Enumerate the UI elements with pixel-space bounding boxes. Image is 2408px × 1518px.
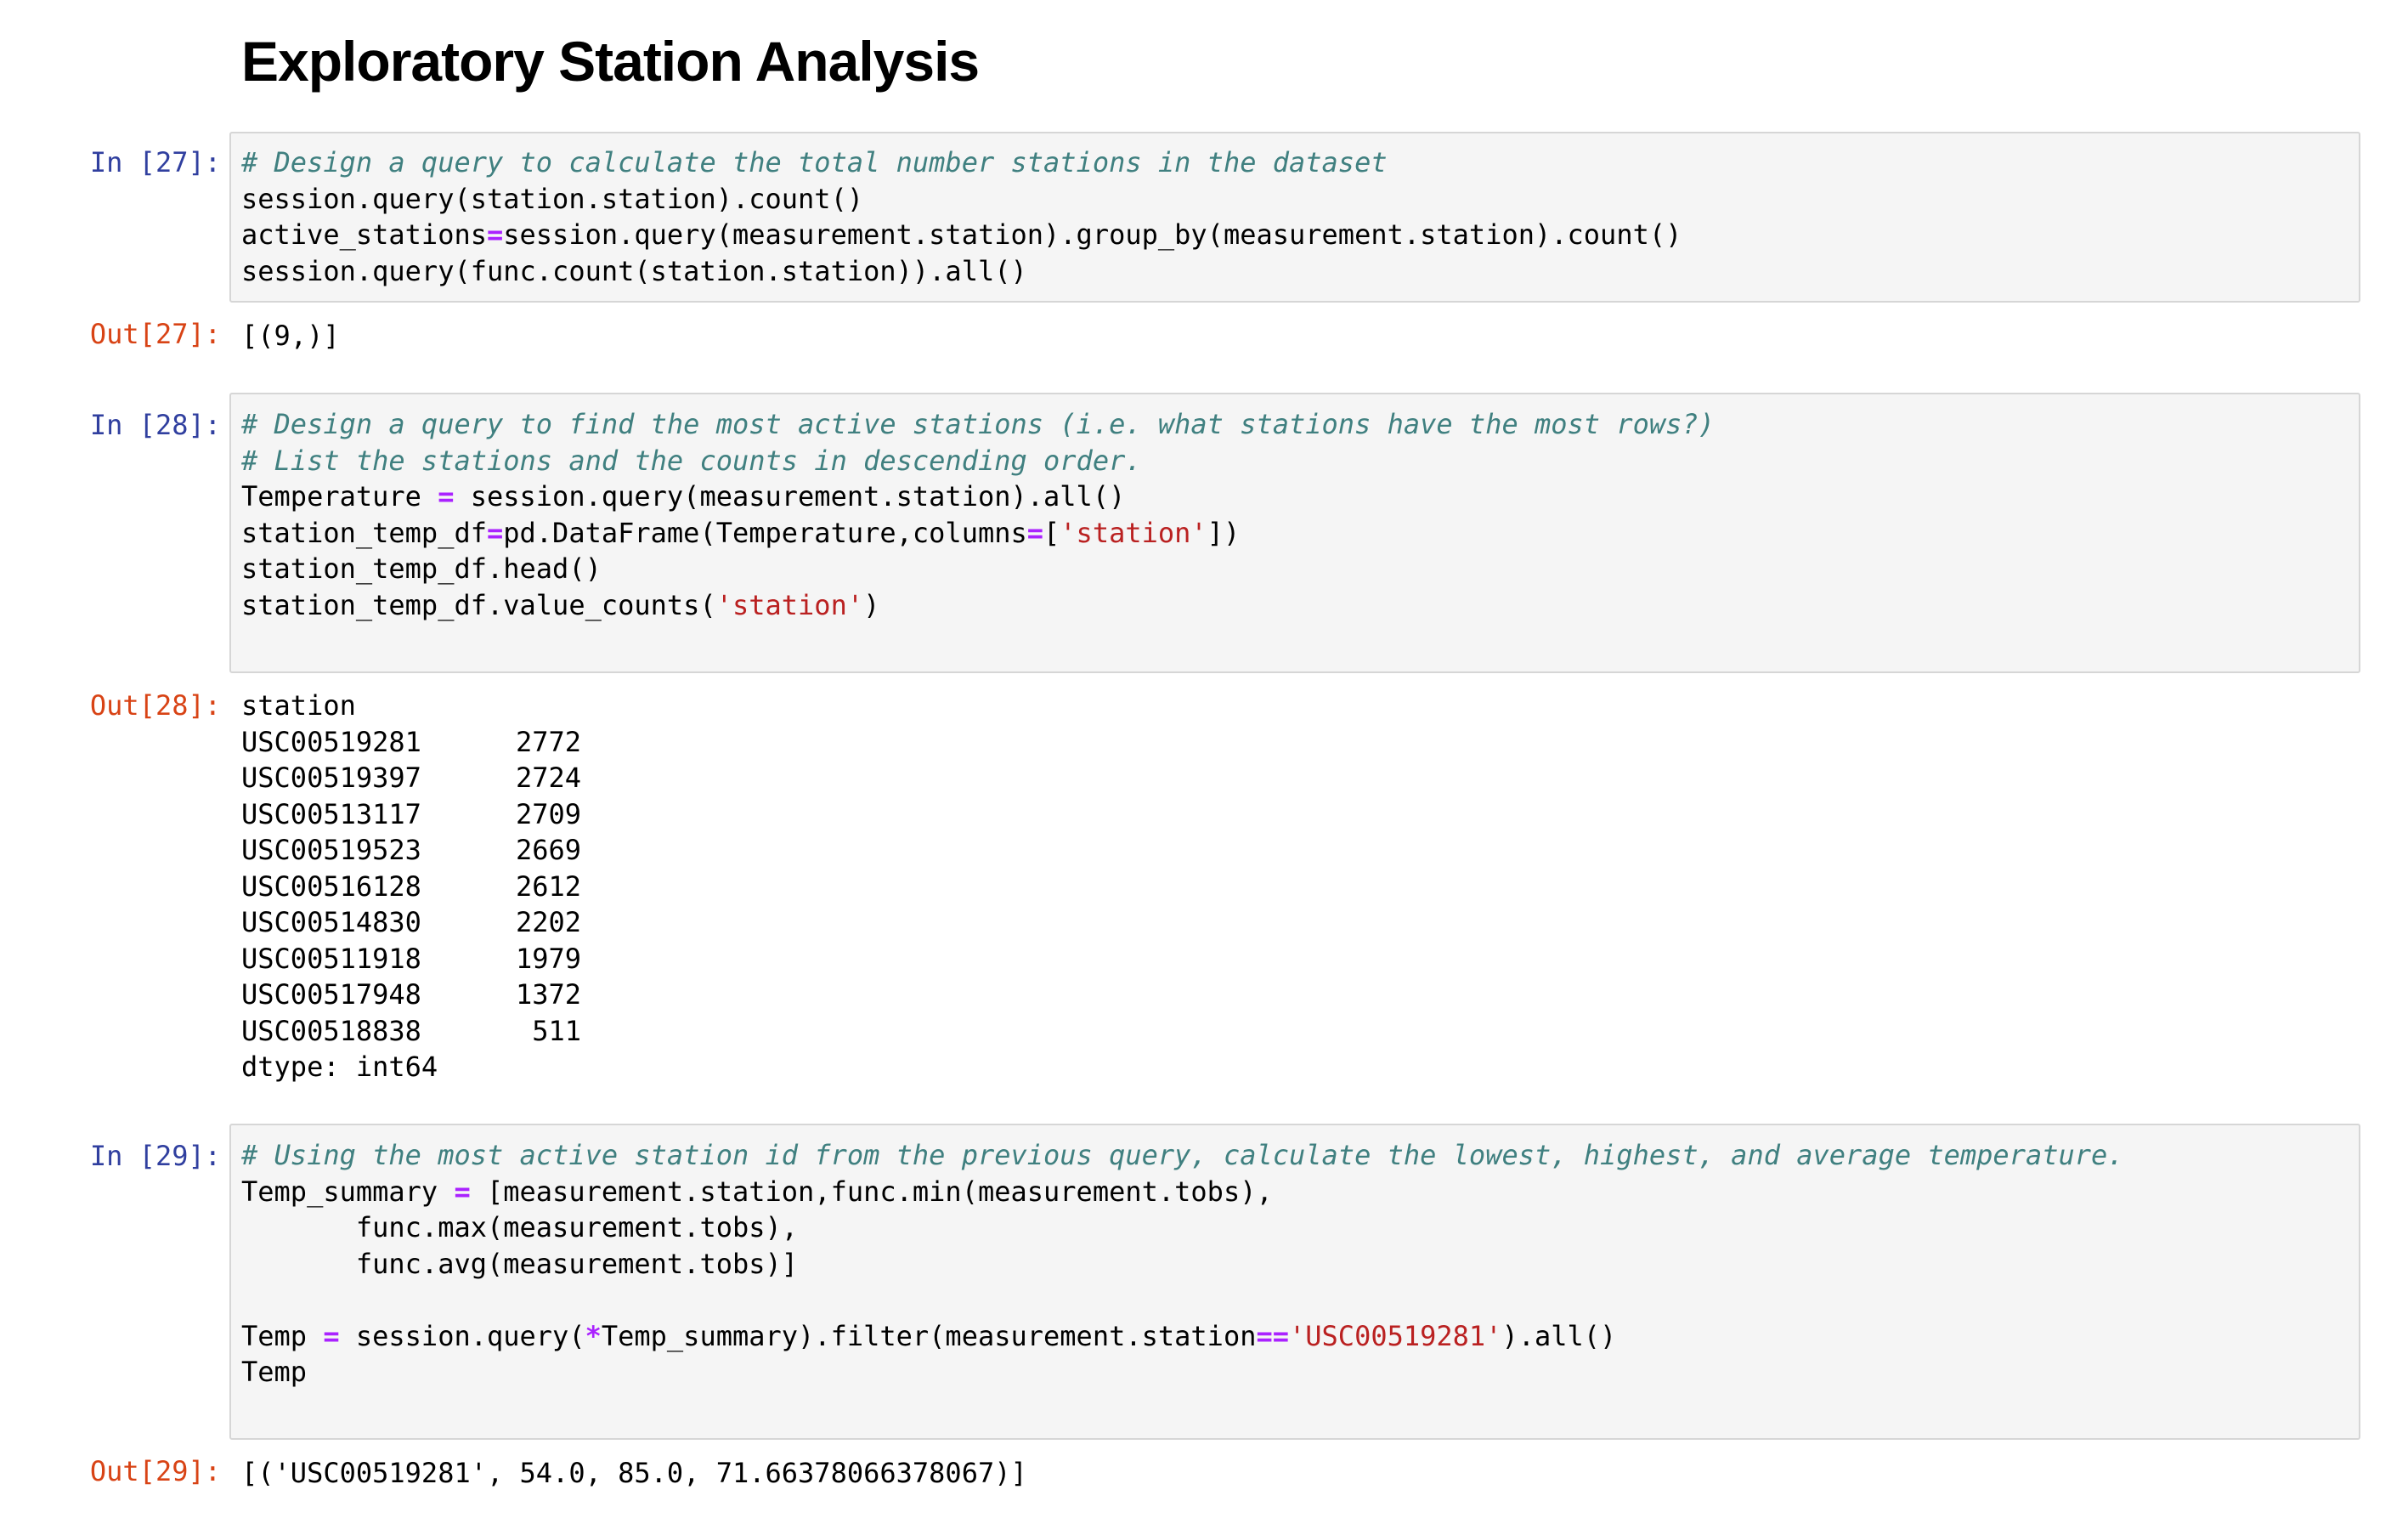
output-29: [('USC00519281', 54.0, 85.0, 71.66378066… [241, 1457, 1027, 1489]
code-operator: = [438, 480, 455, 513]
output-dtype: dtype: int64 [241, 1051, 438, 1083]
code-token: station_temp_df [241, 516, 487, 549]
table-row: USC00519523 2669 [241, 832, 581, 869]
code-line: station_temp_df.head() [241, 552, 602, 585]
code-comment: # Design a query to find the most active… [241, 408, 1715, 440]
in-prompt-27: In [27]: [89, 146, 221, 178]
station-count: 2724 [515, 762, 581, 794]
output-28: station USC00519281 2772 USC00519397 2724 USC… [241, 688, 581, 1085]
code-token: active_stations [241, 218, 487, 251]
code-line: func.max(measurement.tobs), [241, 1211, 799, 1243]
station-id: USC00514830 [241, 906, 421, 938]
table-row: USC00511918 1979 [241, 941, 581, 977]
station-count: 2202 [515, 906, 581, 938]
code-operator: * [585, 1319, 602, 1352]
code-token: Temperature [241, 480, 438, 513]
station-id: USC00513117 [241, 797, 421, 830]
out-prompt-27: Out[27]: [89, 318, 221, 350]
station-count: 2669 [515, 834, 581, 866]
station-id: USC00519397 [241, 762, 421, 794]
code-token: session.query(measurement.station).group… [503, 218, 1682, 251]
code-cell-27-text[interactable]: # Design a query to calculate the total … [241, 144, 1682, 289]
station-id: USC00519523 [241, 834, 421, 866]
code-token: session.query(measurement.station).all() [454, 480, 1126, 513]
code-operator: = [1026, 516, 1044, 549]
station-count: 1979 [515, 942, 581, 975]
table-row: USC00516128 2612 [241, 869, 581, 905]
code-token: Temp [241, 1319, 324, 1352]
code-line: Temp [241, 1356, 308, 1388]
code-token: station_temp_df.value_counts( [241, 588, 716, 621]
code-comment: # List the stations and the counts in de… [241, 444, 1142, 477]
code-token: ).all() [1501, 1319, 1617, 1352]
station-count: 1372 [515, 978, 581, 1011]
table-row: USC00514830 2202 [241, 904, 581, 941]
in-prompt-29: In [29]: [89, 1140, 221, 1172]
station-count: 2612 [515, 869, 581, 903]
code-line: session.query(station.station).count() [241, 182, 864, 215]
code-operator: = [323, 1319, 340, 1352]
code-line: session.query(func.count(station.station… [241, 254, 1027, 287]
code-cell-29-text[interactable]: # Using the most active station id from … [241, 1137, 2124, 1391]
out-prompt-28: Out[28]: [89, 689, 221, 722]
notebook-heading: Exploratory Station Analysis [241, 30, 980, 93]
code-string: 'USC00519281' [1289, 1319, 1502, 1352]
station-id: USC00511918 [241, 942, 421, 975]
code-token: pd.DataFrame(Temperature,columns [503, 516, 1027, 549]
code-operator: = [486, 218, 504, 251]
code-token: Temp_summary [241, 1175, 455, 1208]
table-row: USC00519397 2724 [241, 760, 581, 796]
in-prompt-28: In [28]: [89, 409, 221, 441]
station-id: USC00518838 [241, 1014, 421, 1047]
code-operator: = [486, 516, 504, 549]
code-token: ]) [1207, 516, 1241, 549]
code-operator: = [454, 1175, 471, 1208]
table-row: USC00513117 2709 [241, 796, 581, 833]
out-prompt-29: Out[29]: [89, 1455, 221, 1487]
code-token: [ [1043, 516, 1060, 549]
station-id: USC00516128 [241, 869, 421, 903]
code-cell-28-text[interactable]: # Design a query to find the most active… [241, 406, 1715, 623]
code-line: func.avg(measurement.tobs)] [241, 1247, 799, 1280]
code-operator: == [1256, 1319, 1289, 1352]
station-count: 511 [532, 1014, 581, 1047]
table-row: USC00519281 2772 [241, 724, 581, 761]
station-count: 2709 [515, 797, 581, 830]
code-comment: # Using the most active station id from … [241, 1139, 2124, 1171]
code-string: 'station' [1060, 516, 1207, 549]
code-string: 'station' [715, 588, 864, 621]
station-id: USC00517948 [241, 978, 421, 1011]
code-token: Temp_summary).filter(measurement.station [601, 1319, 1257, 1352]
output-header: station [241, 689, 356, 722]
code-token: [measurement.station,func.min(measuremen… [470, 1175, 1273, 1208]
code-token: ) [863, 588, 880, 621]
station-id: USC00519281 [241, 725, 421, 758]
code-token: session.query( [339, 1319, 585, 1352]
table-row: USC00517948 1372 [241, 977, 581, 1013]
code-comment: # Design a query to calculate the total … [241, 146, 1388, 178]
output-27: [(9,)] [241, 320, 340, 352]
station-count: 2772 [515, 725, 581, 758]
table-row: USC00518838 511 [241, 1013, 581, 1050]
